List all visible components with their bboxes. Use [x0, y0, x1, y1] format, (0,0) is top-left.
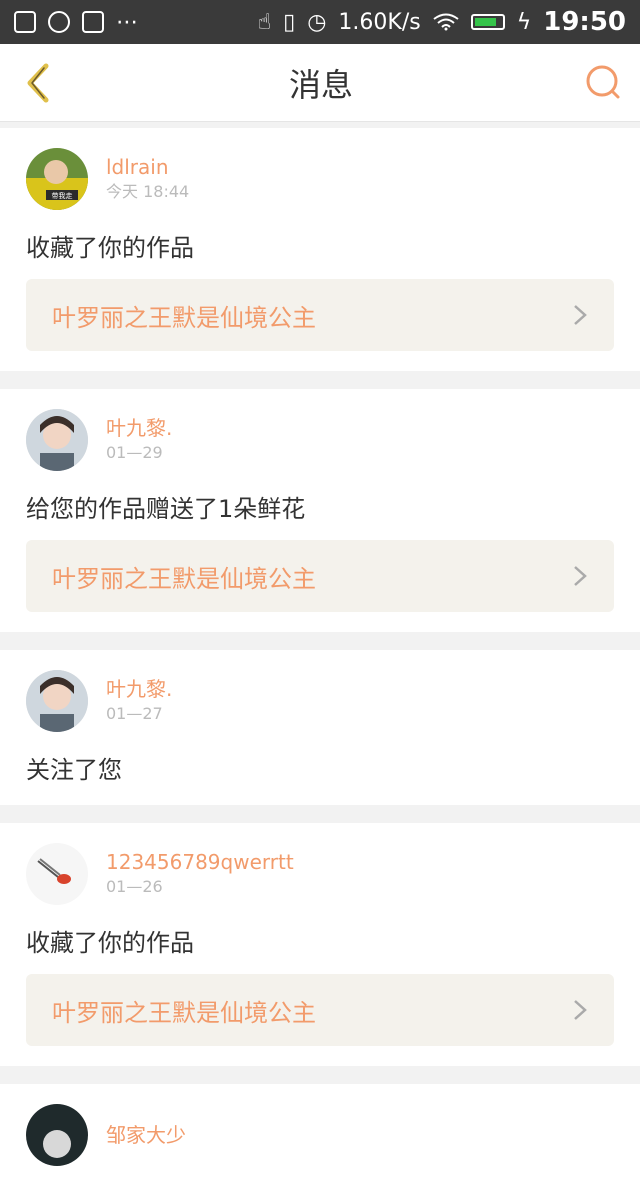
avatar[interactable]: [26, 1104, 88, 1166]
work-title: 叶罗丽之王默是仙境公主: [52, 998, 316, 1027]
chevron-right-icon: [574, 305, 587, 325]
username[interactable]: 123456789qwerrtt: [106, 849, 294, 875]
charging-icon: ϟ: [516, 9, 532, 35]
work-link[interactable]: 叶罗丽之王默是仙境公主: [26, 974, 614, 1046]
message-card: 123456789qwerrtt 01—26 收藏了你的作品 叶罗丽之王默是仙境…: [0, 823, 640, 1066]
avatar[interactable]: [26, 409, 88, 471]
battery-icon: [470, 14, 505, 30]
username[interactable]: ldlrain: [106, 154, 189, 180]
avatar[interactable]: 带我走: [26, 148, 88, 210]
alarm-icon: ◷: [307, 9, 327, 35]
message-card: 叶九黎. 01—27 关注了您: [0, 650, 640, 805]
message-card: 邹家大少: [0, 1084, 640, 1186]
timestamp: 今天 18:44: [106, 182, 190, 201]
work-link[interactable]: 叶罗丽之王默是仙境公主: [26, 540, 614, 612]
avatar-text: 带我走: [52, 191, 73, 200]
action-text: 给您的作品赠送了1朵鲜花: [26, 495, 306, 523]
chevron-right-icon: [574, 1000, 587, 1020]
wifi-icon: [433, 13, 459, 31]
chat-bubble-icon: [48, 11, 70, 33]
username[interactable]: 邹家大少: [106, 1122, 186, 1148]
timestamp: 01—26: [106, 877, 163, 896]
work-title: 叶罗丽之王默是仙境公主: [52, 303, 316, 332]
username[interactable]: 叶九黎.: [106, 415, 172, 441]
chevron-right-icon: [574, 566, 587, 586]
back-arrow-icon: [27, 63, 49, 102]
timestamp: 01—29: [106, 443, 163, 462]
network-speed: 1.60K/s: [338, 9, 421, 35]
search-icon: [586, 65, 620, 98]
touch-icon: ☝: [257, 9, 272, 35]
clock: 19:50: [543, 7, 626, 37]
grid-apps-icon: [82, 11, 104, 33]
timestamp: 01—27: [106, 704, 163, 723]
action-text: 收藏了你的作品: [26, 929, 194, 957]
username[interactable]: 叶九黎.: [106, 676, 172, 702]
work-title: 叶罗丽之王默是仙境公主: [52, 564, 316, 593]
status-bar: ⋯ ☝ ▯ ◷ 1.60K/s ϟ 19:50: [0, 0, 640, 44]
more-dots-icon: ⋯: [116, 9, 140, 35]
action-text: 关注了您: [26, 756, 122, 784]
message-card: 叶九黎. 01—29 给您的作品赠送了1朵鲜花 叶罗丽之王默是仙境公主: [0, 389, 640, 632]
work-link[interactable]: 叶罗丽之王默是仙境公主: [26, 279, 614, 351]
vibrate-icon: ▯: [283, 9, 296, 35]
avatar[interactable]: [26, 670, 88, 732]
search-button[interactable]: [584, 63, 624, 103]
header: 消息: [0, 44, 640, 122]
image-icon: [14, 11, 36, 33]
avatar[interactable]: [26, 843, 88, 905]
page-title: 消息: [288, 65, 353, 104]
message-card: 带我走 ldlrain 今天 18:44 收藏了你的作品 叶罗丽之王默是仙境公主: [0, 128, 640, 371]
action-text: 收藏了你的作品: [26, 234, 194, 262]
back-button[interactable]: [16, 62, 58, 104]
